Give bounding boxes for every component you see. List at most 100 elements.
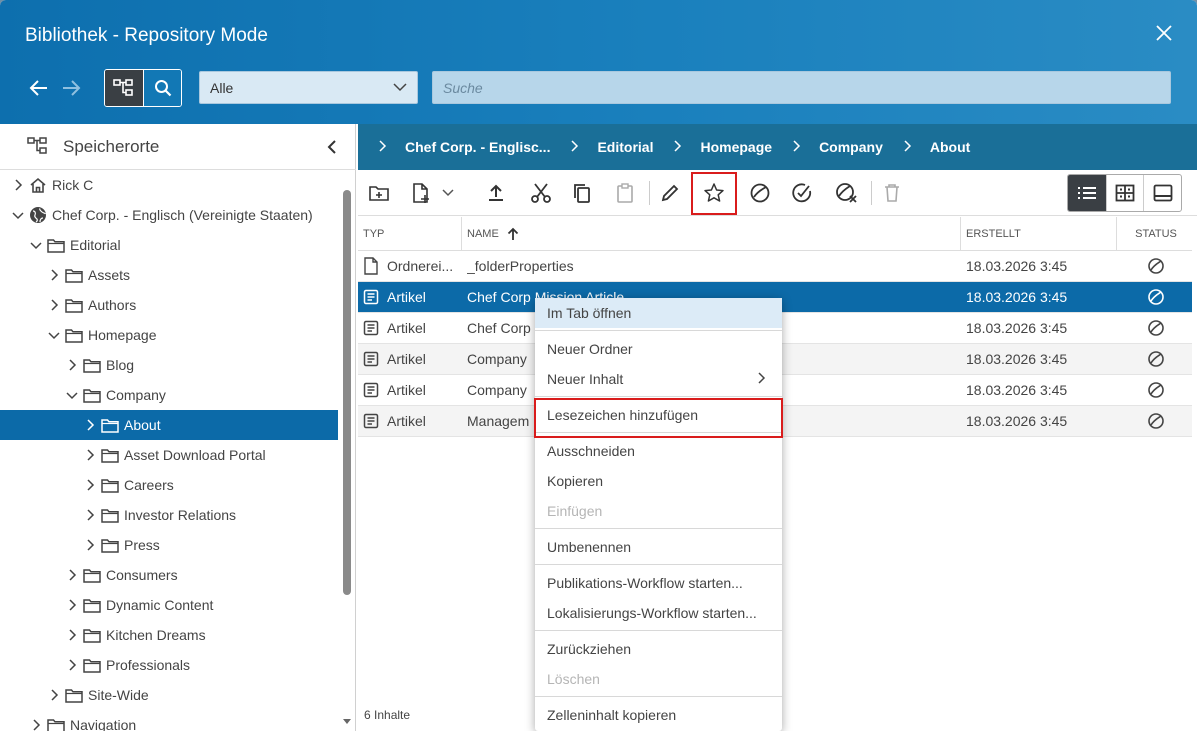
publish-status-icon — [1117, 406, 1195, 436]
publish-status-icon — [1117, 375, 1195, 405]
chevron-right-icon[interactable] — [65, 569, 79, 581]
filter-select[interactable]: Alle — [199, 71, 418, 104]
menu-item[interactable]: Ausschneiden — [535, 436, 782, 466]
scroll-down-icon[interactable] — [342, 718, 352, 725]
chevron-right-icon[interactable] — [65, 629, 79, 641]
paste-button[interactable] — [608, 176, 642, 210]
tree-item[interactable]: Professionals — [0, 650, 338, 680]
tree-item[interactable]: Consumers — [0, 560, 338, 590]
tree-item-label: Assets — [88, 267, 131, 283]
approve-button[interactable] — [785, 176, 819, 210]
tree-item[interactable]: Site-Wide — [0, 680, 338, 710]
new-folder-button[interactable] — [362, 176, 396, 210]
menu-item[interactable]: Neuer Ordner — [535, 334, 782, 364]
tree-item[interactable]: Dynamic Content — [0, 590, 338, 620]
menu-divider — [535, 396, 782, 397]
menu-item[interactable]: Publikations-Workflow starten... — [535, 568, 782, 598]
grid-scrollbar[interactable] — [1192, 250, 1197, 731]
table-row[interactable]: Ordnerei... _folderProperties 18.03.2026 3… — [358, 251, 1194, 282]
tree-item-label: Site-Wide — [88, 687, 149, 703]
tree-item[interactable]: Careers — [0, 470, 338, 500]
breadcrumb: Chef Corp. - Englisc... Editorial Homepage… — [358, 124, 1197, 170]
tree-item[interactable]: Kitchen Dreams — [0, 620, 338, 650]
menu-divider — [535, 564, 782, 565]
tree-mode-button[interactable] — [105, 70, 143, 106]
cut-button[interactable] — [524, 176, 558, 210]
menu-item[interactable]: Zurückziehen — [535, 634, 782, 664]
menu-item[interactable]: Im Tab öffnen — [535, 298, 782, 328]
tree-scrollbar-thumb[interactable] — [343, 190, 351, 595]
menu-item[interactable]: Zelleninhalt kopieren — [535, 700, 782, 730]
list-view-button[interactable] — [1068, 175, 1106, 211]
tree-item[interactable]: Blog — [0, 350, 338, 380]
breadcrumb-item[interactable]: About — [883, 139, 970, 155]
tree-item[interactable]: Homepage — [0, 320, 338, 350]
publish-status-icon — [1117, 282, 1195, 312]
breadcrumb-item[interactable]: Chef Corp. - Englisc... — [358, 139, 550, 155]
chevron-right-icon[interactable] — [47, 689, 61, 701]
row-created: 18.03.2026 3:45 — [966, 258, 1068, 274]
chevron-right-icon[interactable] — [65, 359, 79, 371]
tree-item[interactable]: Editorial — [0, 230, 338, 260]
chevron-right-icon[interactable] — [83, 449, 97, 461]
tree-item[interactable]: About — [0, 410, 338, 440]
tree-item[interactable]: Navigation — [0, 710, 338, 731]
new-content-button[interactable] — [404, 176, 438, 210]
row-type: Artikel — [387, 289, 426, 305]
chevron-right-icon[interactable] — [65, 659, 79, 671]
chevron-right-icon[interactable] — [47, 299, 61, 311]
menu-item[interactable]: Kopieren — [535, 466, 782, 496]
tree-item[interactable]: Chef Corp. - Englisch (Vereinigte Staate… — [0, 200, 338, 230]
chevron-right-icon[interactable] — [83, 509, 97, 521]
tree-item[interactable]: Rick C — [0, 170, 338, 200]
breadcrumb-item[interactable]: Editorial — [550, 139, 653, 155]
forward-arrow-icon[interactable] — [59, 76, 83, 100]
tree-structure-icon — [113, 79, 133, 96]
chevron-right-icon[interactable] — [83, 539, 97, 551]
tree-item[interactable]: Investor Relations — [0, 500, 338, 530]
chevron-right-icon[interactable] — [47, 269, 61, 281]
column-header-name[interactable]: NAME — [462, 217, 961, 251]
chevron-right-icon[interactable] — [65, 599, 79, 611]
chevron-down-icon[interactable] — [47, 331, 61, 340]
new-content-dropdown[interactable] — [438, 176, 458, 210]
chevron-right-icon[interactable] — [29, 719, 43, 731]
chevron-right-icon[interactable] — [83, 479, 97, 491]
column-header-created[interactable]: ERSTELLT — [961, 217, 1117, 251]
tree-item[interactable]: Press — [0, 530, 338, 560]
tree-item-label: Asset Download Portal — [124, 447, 266, 463]
article-icon — [363, 413, 379, 429]
chevron-right-icon[interactable] — [11, 179, 25, 191]
breadcrumb-item[interactable]: Homepage — [653, 139, 772, 155]
back-arrow-icon[interactable] — [27, 76, 51, 100]
tree-item[interactable]: Company — [0, 380, 338, 410]
delete-button[interactable] — [875, 176, 909, 210]
toolbar-divider — [649, 181, 650, 205]
tree-item[interactable]: Authors — [0, 290, 338, 320]
menu-item[interactable]: Umbenennen — [535, 532, 782, 562]
tree-structure-icon — [27, 137, 47, 154]
upload-button[interactable] — [479, 176, 513, 210]
tree-item[interactable]: Asset Download Portal — [0, 440, 338, 470]
withdraw-button[interactable] — [830, 176, 864, 210]
column-header-type[interactable]: TYP — [358, 217, 462, 251]
grid-view-button[interactable] — [1105, 175, 1144, 211]
copy-button[interactable] — [565, 176, 599, 210]
chevron-down-icon[interactable] — [29, 241, 43, 250]
chevron-down-icon[interactable] — [11, 211, 25, 220]
collapse-panel-icon[interactable] — [324, 138, 340, 156]
search-mode-button[interactable] — [143, 70, 181, 106]
article-icon — [363, 351, 379, 367]
tree-item[interactable]: Assets — [0, 260, 338, 290]
column-header-status[interactable]: STATUS — [1117, 217, 1195, 251]
breadcrumb-item[interactable]: Company — [772, 139, 883, 155]
chevron-right-icon[interactable] — [83, 419, 97, 431]
publish-button[interactable] — [743, 176, 777, 210]
menu-item[interactable]: Lokalisierungs-Workflow starten... — [535, 598, 782, 628]
rename-button[interactable] — [653, 176, 687, 210]
close-icon[interactable] — [1153, 22, 1175, 44]
menu-item[interactable]: Neuer Inhalt — [535, 364, 782, 394]
search-input[interactable]: Suche — [432, 71, 1171, 104]
preview-view-button[interactable] — [1143, 175, 1181, 211]
chevron-down-icon[interactable] — [65, 391, 79, 400]
